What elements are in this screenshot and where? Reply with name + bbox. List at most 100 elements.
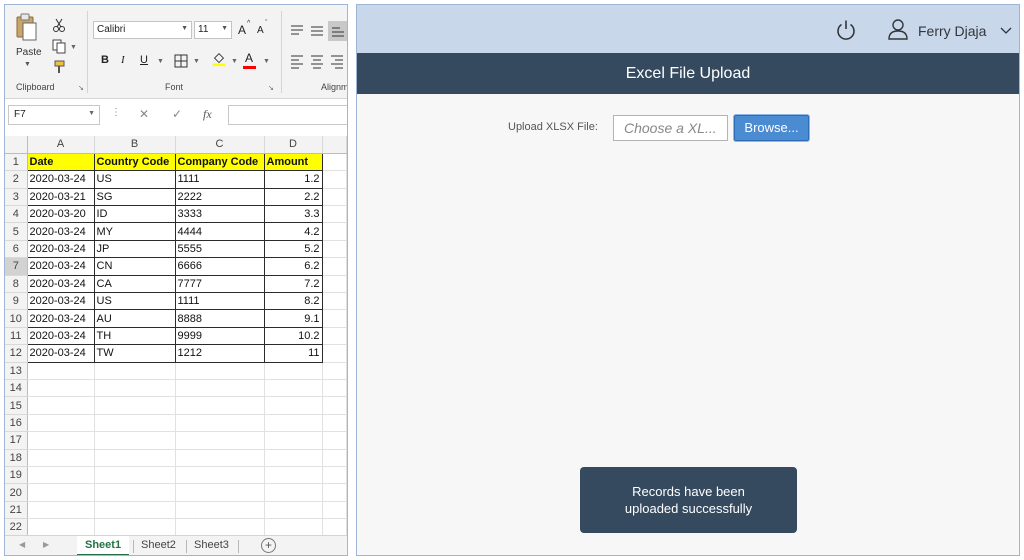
row-header[interactable]: 13	[5, 362, 28, 380]
empty-cell[interactable]	[175, 449, 265, 467]
row-header[interactable]: 3	[5, 188, 28, 207]
empty-cell[interactable]	[94, 414, 176, 433]
empty-cell[interactable]	[175, 414, 265, 433]
empty-cell[interactable]	[175, 431, 265, 450]
header-cell[interactable]: Country Code	[93, 152, 176, 172]
row-header[interactable]: 1	[5, 153, 28, 172]
data-cell[interactable]: 3.3	[263, 205, 323, 224]
empty-cell[interactable]	[322, 379, 347, 398]
data-cell[interactable]: TW	[93, 344, 176, 363]
row-header[interactable]: 22	[5, 518, 28, 537]
data-cell[interactable]: 2020-03-24	[26, 292, 95, 311]
data-cell[interactable]: 6666	[174, 257, 265, 276]
copy-icon[interactable]	[51, 38, 67, 54]
grow-font-button[interactable]: A	[238, 23, 246, 37]
data-cell[interactable]: ID	[93, 205, 176, 224]
data-cell[interactable]: 1111	[174, 292, 265, 311]
font-dialog-launcher-icon[interactable]: ↘	[268, 84, 274, 92]
empty-cell[interactable]	[264, 362, 323, 380]
italic-button[interactable]: I	[121, 54, 125, 66]
empty-cell[interactable]	[264, 518, 323, 537]
empty-cell[interactable]	[94, 483, 176, 502]
empty-cell[interactable]	[322, 309, 347, 328]
empty-cell[interactable]	[322, 362, 347, 380]
empty-cell[interactable]	[264, 483, 323, 502]
data-cell[interactable]: US	[93, 292, 176, 311]
row-header[interactable]: 14	[5, 379, 28, 398]
align-left-icon[interactable]	[289, 53, 305, 69]
data-cell[interactable]: 9999	[174, 326, 265, 346]
empty-cell[interactable]	[322, 222, 347, 241]
data-cell[interactable]: 2020-03-24	[26, 326, 95, 346]
insert-function-fx-icon[interactable]: fx	[203, 107, 212, 122]
select-all-corner[interactable]	[5, 136, 28, 154]
formula-input[interactable]	[228, 105, 347, 125]
bold-button[interactable]: B	[101, 54, 109, 66]
data-cell[interactable]: 1212	[174, 344, 265, 363]
data-cell[interactable]: 5555	[174, 239, 265, 259]
data-cell[interactable]: 1111	[174, 170, 265, 189]
data-cell[interactable]: AU	[93, 309, 176, 328]
column-header[interactable]: B	[94, 136, 176, 154]
data-cell[interactable]: 2.2	[263, 187, 323, 207]
data-cell[interactable]: TH	[93, 326, 176, 346]
empty-cell[interactable]	[27, 483, 95, 502]
empty-cell[interactable]	[94, 466, 176, 485]
empty-cell[interactable]	[322, 483, 347, 502]
scroll-left-arrow-icon[interactable]: ◀	[19, 540, 25, 549]
empty-cell[interactable]	[322, 292, 347, 311]
empty-cell[interactable]	[264, 396, 323, 415]
file-name-input[interactable]: Choose a XL...	[613, 115, 728, 141]
scroll-right-arrow-icon[interactable]: ▶	[43, 540, 49, 549]
empty-cell[interactable]	[175, 362, 265, 380]
empty-cell[interactable]	[94, 396, 176, 415]
borders-icon[interactable]	[173, 53, 189, 69]
sheet-tab-sheet1[interactable]: Sheet1	[77, 536, 130, 555]
data-cell[interactable]: 2020-03-24	[26, 239, 95, 259]
row-header[interactable]: 12	[5, 344, 28, 363]
empty-cell[interactable]	[27, 431, 95, 450]
empty-cell[interactable]	[94, 501, 176, 520]
empty-cell[interactable]	[27, 414, 95, 433]
empty-cell[interactable]	[27, 518, 95, 537]
underline-chevron-down-icon[interactable]: ▼	[157, 58, 164, 65]
empty-cell[interactable]	[175, 483, 265, 502]
empty-cell[interactable]	[94, 362, 176, 380]
row-header[interactable]: 7	[5, 257, 28, 276]
empty-cell[interactable]	[264, 501, 323, 520]
empty-cell[interactable]	[322, 396, 347, 415]
empty-cell[interactable]	[322, 240, 347, 259]
empty-cell[interactable]	[322, 188, 347, 207]
data-cell[interactable]: 4.2	[263, 222, 323, 241]
data-cell[interactable]: SG	[93, 187, 176, 207]
empty-cell[interactable]	[322, 205, 347, 224]
data-cell[interactable]: US	[93, 170, 176, 189]
user-name[interactable]: Ferry Djaja	[918, 23, 986, 39]
sheet-tab-sheet3[interactable]: Sheet3	[186, 536, 237, 555]
empty-cell[interactable]	[322, 170, 347, 189]
data-cell[interactable]: 2222	[174, 187, 265, 207]
row-header[interactable]: 16	[5, 414, 28, 433]
shrink-font-button[interactable]: A	[257, 25, 264, 36]
row-header[interactable]: 11	[5, 327, 28, 346]
empty-cell[interactable]	[94, 449, 176, 467]
format-painter-brush-icon[interactable]	[51, 59, 67, 75]
empty-cell[interactable]	[175, 518, 265, 537]
column-header[interactable]: D	[264, 136, 323, 154]
header-cell[interactable]: Amount	[263, 152, 323, 172]
empty-cell[interactable]	[27, 362, 95, 380]
empty-cell[interactable]	[27, 396, 95, 415]
user-avatar-icon[interactable]	[888, 18, 908, 40]
data-cell[interactable]: 11	[263, 344, 323, 363]
empty-cell[interactable]	[27, 379, 95, 398]
empty-cell[interactable]	[175, 396, 265, 415]
data-cell[interactable]: CN	[93, 257, 176, 276]
empty-cell[interactable]	[322, 257, 347, 276]
empty-cell[interactable]	[322, 501, 347, 520]
row-header[interactable]: 5	[5, 222, 28, 241]
data-cell[interactable]: CA	[93, 274, 176, 294]
row-header[interactable]: 19	[5, 466, 28, 485]
font-name-select[interactable]: Calibri ▼	[93, 21, 192, 39]
fill-color-bucket-icon[interactable]	[211, 51, 227, 67]
cut-scissors-icon[interactable]	[51, 17, 67, 33]
